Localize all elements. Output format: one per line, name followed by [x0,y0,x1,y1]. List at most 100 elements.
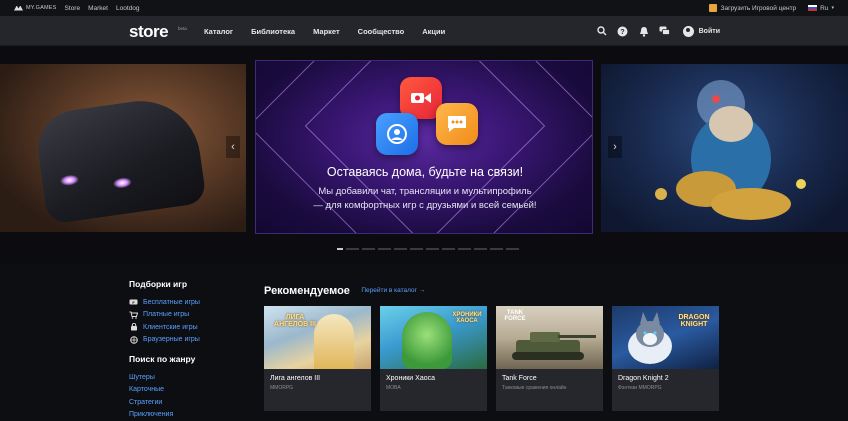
carousel-prev-arrow[interactable]: ‹ [226,136,240,158]
game-cover-image: ХРОНИКИ ХАОСА [380,306,487,369]
genre-shooters[interactable]: Шутеры [129,371,249,384]
svg-text:?: ? [620,29,624,36]
game-card[interactable]: ХРОНИКИ ХАОСА Хроники Хаоса MOBA [380,306,487,411]
game-card[interactable]: TANK FORCE Tank Force Танковые сражения … [496,306,603,411]
nav-library[interactable]: Библиотека [251,27,295,36]
go-to-catalog-link[interactable]: Перейти в каталог → [361,287,425,294]
search-icon[interactable] [596,25,608,37]
headlight [113,177,132,189]
login-label: Войти [699,28,720,35]
game-card[interactable]: DRAGON KNIGHT Dragon Knight 2 Фэнтези MM… [612,306,719,411]
hero-subtitle-line1: Мы добавили чат, трансляции и мультипроф… [256,185,593,199]
game-logo: ХРОНИКИ ХАОСА [450,312,484,324]
carousel-dot[interactable] [410,248,423,250]
genre-card[interactable]: Карточные [129,384,249,397]
top-link-market[interactable]: Market [88,5,108,12]
game-logo: ЛИГА АНГЕЛОВ III [270,314,320,328]
gamecenter-icon [709,4,717,12]
angel-figure [314,314,354,369]
carousel-dot[interactable] [426,248,439,250]
hero-subtitle-line2: — для комфортных игр с друзьями и всей с… [256,199,593,213]
hero-slide-next[interactable] [601,64,848,232]
recommended-header: Рекомендуемое Перейти в каталог → [264,281,425,299]
recommended-title: Рекомендуемое [264,285,350,297]
top-bar: MY.GAMES Store Market Lootdog Загрузить … [0,0,848,16]
chat-icon[interactable] [659,25,671,37]
collections-title: Подборки игр [129,279,249,289]
download-gamecenter-link[interactable]: Загрузить Игровой центр [709,4,797,12]
genre-adventure[interactable]: Приключения [129,409,249,421]
sidebar-item-label: Платные игры [143,311,189,318]
hero-slide-active[interactable]: Оставаясь дома, будьте на связи! Мы доба… [255,60,593,234]
sidebar-item-browser-games[interactable]: Браузерные игры [129,334,249,347]
goblin-character [402,312,452,369]
chevron-down-icon: ▾ [831,5,834,11]
carousel-dot[interactable] [378,248,391,250]
hero-slide-prev[interactable] [0,64,246,232]
mygames-brand-label: MY.GAMES [26,5,57,11]
game-genre: MMORPG [264,382,371,391]
genre-search-title: Поиск по жанру [129,354,249,364]
language-label: Ru [820,5,828,12]
hero-carousel: ‹ Оставаясь дома, будьте на связи! Мы до… [0,46,848,264]
chat-app-icon [436,103,478,145]
game-name: Лига ангелов III [264,369,371,382]
arrow-right-icon: → [419,287,426,294]
beta-label: beta [178,26,187,31]
sidebar-item-free-games[interactable]: F Бесплатные игры [129,296,249,309]
sidebar-item-paid-games[interactable]: Платные игры [129,309,249,322]
carousel-dot[interactable] [490,248,503,250]
nav-catalog[interactable]: Каталог [204,27,233,36]
user-avatar-icon [683,26,694,37]
sidebar-item-label: Клиентские игры [143,324,198,331]
game-cover-image: ЛИГА АНГЕЛОВ III [264,306,371,369]
profile-app-icon [376,113,418,155]
russia-flag-icon [808,5,817,11]
game-logo: DRAGON KNIGHT [674,314,714,328]
help-icon[interactable]: ? [617,25,629,37]
sidebar-item-client-games[interactable]: Клиентские игры [129,321,249,334]
carousel-next-arrow[interactable]: › [608,136,622,158]
nav-community[interactable]: Сообщество [358,27,405,36]
main-nav: store beta Каталог Библиотека Маркет Соо… [0,16,848,46]
bell-icon[interactable] [638,25,650,37]
hero-subtitle: Мы добавили чат, трансляции и мультипроф… [256,185,593,213]
carousel-dot[interactable] [442,248,455,250]
recommended-cards: ЛИГА АНГЕЛОВ III Лига ангелов III MMORPG… [264,306,719,411]
carousel-dot[interactable] [337,248,343,250]
carousel-dot[interactable] [346,248,359,250]
game-name: Tank Force [496,369,603,382]
top-link-lootdog[interactable]: Lootdog [116,5,140,12]
headlight [60,174,79,186]
go-to-catalog-label: Перейти в каталог [361,287,417,294]
carousel-dot[interactable] [394,248,407,250]
language-selector[interactable]: Ru ▾ [808,5,834,12]
top-link-store[interactable]: Store [65,5,81,12]
game-genre: MOBA [380,382,487,391]
game-genre: Фэнтези MMORPG [612,382,719,391]
carousel-dot[interactable] [474,248,487,250]
carousel-dot[interactable] [362,248,375,250]
carousel-dot[interactable] [458,248,471,250]
game-name: Dragon Knight 2 [612,369,719,382]
sidebar: Подборки игр F Бесплатные игры Платные и… [129,279,249,421]
cart-icon [129,311,138,318]
hero-title: Оставаясь дома, будьте на связи! [256,165,593,179]
nav-market[interactable]: Маркет [313,27,340,36]
sidebar-item-label: Браузерные игры [143,336,200,343]
genre-strategy[interactable]: Стратегии [129,396,249,409]
store-logo[interactable]: store [129,22,168,42]
game-genre: Танковые сражения онлайн [496,382,603,391]
browser-icon [129,336,138,343]
game-card[interactable]: ЛИГА АНГЕЛОВ III Лига ангелов III MMORPG [264,306,371,411]
mygames-brand[interactable]: MY.GAMES [14,5,57,11]
armored-car-image [33,93,207,224]
login-button[interactable]: Войти [683,26,720,37]
game-name: Хроники Хаоса [380,369,487,382]
fantasy-dwarf-image [601,64,848,232]
download-gamecenter-label: Загрузить Игровой центр [721,5,797,12]
client-icon [129,324,138,331]
nav-deals[interactable]: Акции [422,27,445,36]
carousel-pagination [337,248,519,250]
carousel-dot[interactable] [506,248,519,250]
